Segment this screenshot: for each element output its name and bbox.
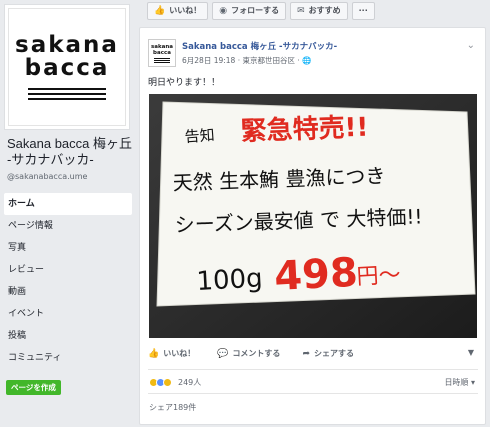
like-page-button[interactable]: 👍 いいね！ <box>147 2 209 20</box>
like-label: いいね！ <box>163 349 196 358</box>
sort-order-dropdown[interactable]: 日時順 ▾ <box>444 377 475 388</box>
nav-item-reviews[interactable]: レビュー <box>4 259 132 281</box>
caret-down-icon[interactable]: ▼ <box>468 348 474 357</box>
left-nav: ホーム ページ情報 写真 レビュー 動画 イベント 投稿 コミュニティ <box>4 193 132 369</box>
logo-text-line1: sakana <box>15 32 119 58</box>
share-button[interactable]: ➦ シェアする <box>302 348 354 359</box>
like-page-label: いいね！ <box>169 6 202 15</box>
reactions-summary[interactable]: 249人 <box>149 377 201 388</box>
thumbs-up-icon: 👍 <box>148 348 160 359</box>
nav-item-about[interactable]: ページ情報 <box>4 215 132 237</box>
share-count[interactable]: シェア189件 <box>149 402 196 413</box>
post-author-link[interactable]: Sakana bacca 梅ヶ丘 -サカナバッカ- <box>182 40 337 52</box>
logo-text-line2: bacca <box>24 55 110 81</box>
more-options-button[interactable]: ··· <box>351 2 375 20</box>
comment-icon: 💬 <box>217 348 229 359</box>
create-page-button[interactable]: ページを作成 <box>6 380 61 395</box>
share-label: シェアする <box>313 349 354 358</box>
nav-item-home[interactable]: ホーム <box>4 193 132 215</box>
thumbs-up-icon: 👍 <box>154 6 166 16</box>
post-actions: 👍 いいね！ 💬 コメントする ➦ シェアする ▼ <box>148 348 478 359</box>
nav-item-photos[interactable]: 写真 <box>4 237 132 259</box>
post-card: sakana bacca Sakana bacca 梅ヶ丘 -サカナバッカ- 6… <box>139 27 486 425</box>
sign-notice: 告知 <box>184 126 215 146</box>
page-handle[interactable]: @sakanabacca.ume <box>7 172 87 181</box>
post-photo[interactable]: 告知 緊急特売!! 天然 生本鮪 豊漁につき シーズン最安値 で 大特価!! 1… <box>149 94 477 338</box>
logo-stripes <box>28 85 106 100</box>
post-text: 明日やります！！ <box>148 78 221 88</box>
reaction-count[interactable]: 249人 <box>178 377 201 388</box>
divider <box>148 369 478 370</box>
follow-label: フォローする <box>231 6 280 15</box>
nav-item-videos[interactable]: 動画 <box>4 281 132 303</box>
nav-item-community[interactable]: コミュニティ <box>4 347 132 369</box>
recommend-label: おすすめ <box>308 6 341 15</box>
logo: sakana bacca <box>8 8 126 126</box>
follow-button[interactable]: ◉ フォローする <box>212 2 287 20</box>
like-button[interactable]: 👍 いいね！ <box>148 348 195 359</box>
sign-headline: 緊急特売!! <box>240 112 369 147</box>
nav-item-events[interactable]: イベント <box>4 303 132 325</box>
megaphone-icon: ✉ <box>297 6 305 16</box>
post-timestamp[interactable]: 6月28日 19:18 · 東京都世田谷区 · 🌐 <box>182 55 311 66</box>
divider <box>148 393 478 394</box>
profile-picture[interactable]: sakana bacca <box>4 4 130 130</box>
sign-price: 498 <box>273 250 359 300</box>
nav-item-posts[interactable]: 投稿 <box>4 325 132 347</box>
page-title[interactable]: Sakana bacca 梅ヶ丘 -サカナバッカ- <box>7 136 135 168</box>
sale-sign-image: 告知 緊急特売!! 天然 生本鮪 豊漁につき シーズン最安値 で 大特価!! 1… <box>149 94 477 338</box>
avatar-text-line2: bacca <box>153 49 171 56</box>
avatar-stripes <box>154 57 170 63</box>
rss-icon: ◉ <box>219 6 228 16</box>
sign-weight: 100g <box>196 264 264 297</box>
sign-yen: 円〜 <box>356 263 401 290</box>
page-action-bar: 👍 いいね！ ◉ フォローする ✉ おすすめ ··· <box>147 2 375 20</box>
share-arrow-icon: ➦ <box>302 348 310 359</box>
post-avatar[interactable]: sakana bacca <box>148 39 176 67</box>
recommend-button[interactable]: ✉ おすすめ <box>290 2 348 20</box>
comment-label: コメントする <box>232 349 281 358</box>
comment-button[interactable]: 💬 コメントする <box>217 348 280 359</box>
wow-reaction-icon <box>163 378 172 387</box>
chevron-down-icon[interactable]: ⌄ <box>467 40 475 51</box>
